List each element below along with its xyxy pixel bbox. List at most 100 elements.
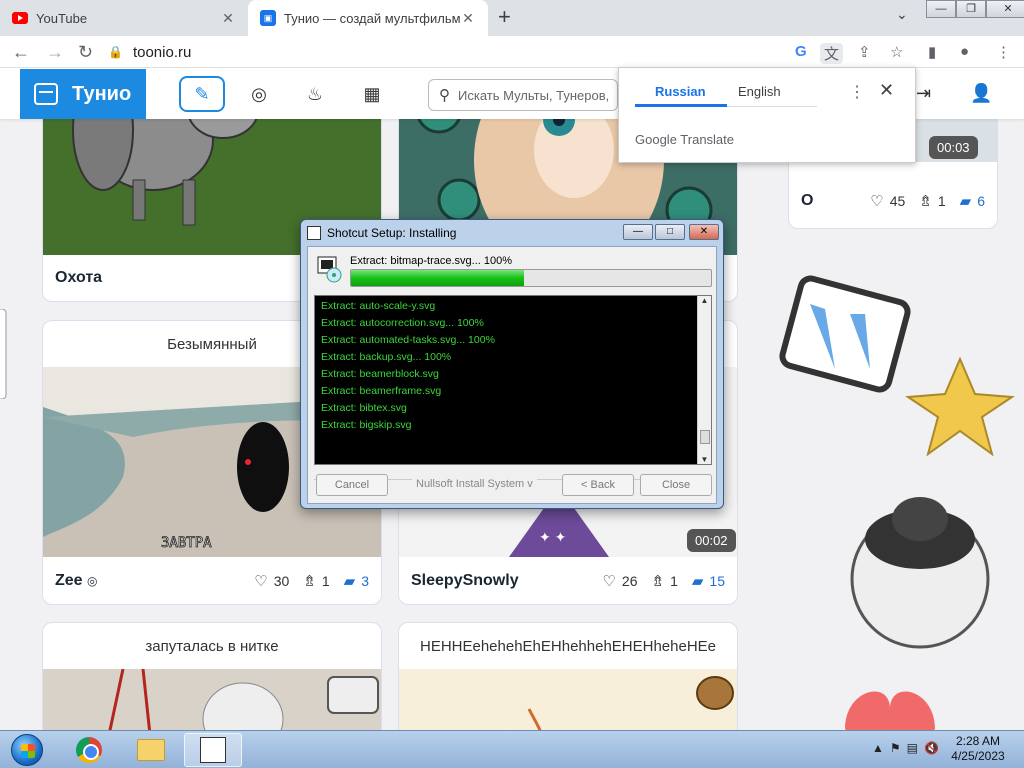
card-title[interactable]: запуталась в нитке (43, 623, 381, 669)
cartoon-thumbnail[interactable] (399, 669, 737, 730)
tab-strip: YouTube ✕ ▣ Тунио — создай мультфильм он… (0, 0, 1024, 36)
logo-text: Тунио (72, 82, 132, 105)
google-icon[interactable]: G (795, 43, 807, 60)
tab-toonio[interactable]: ▣ Тунио — создай мультфильм он ✕ (248, 0, 488, 36)
volume-muted-icon[interactable]: 🔇 (924, 741, 939, 755)
scroll-up-icon[interactable]: ▲ (698, 296, 711, 305)
reposts-count: 1 (670, 573, 678, 589)
comments-count: 3 (361, 573, 369, 589)
taskbar-chrome[interactable] (60, 733, 118, 767)
duration-badge: 00:03 (929, 136, 978, 159)
dialog-body: Extract: bitmap-trace.svg... 100% Extrac… (307, 246, 717, 504)
likes-stat[interactable]: ♡ 45 (870, 192, 905, 210)
cartoon-card[interactable]: HEHHEehehehEhEHhehhehEHEHheheHEe (398, 622, 738, 730)
log-line: Extract: auto-scale-y.svg (321, 300, 436, 312)
windows-orb-icon (11, 734, 43, 766)
comment-icon: ▰ (691, 573, 704, 590)
comments-stat[interactable]: ▰ 15 (692, 572, 725, 590)
likes-stat[interactable]: ♡ 30 (254, 572, 289, 590)
thread-drawing (108, 668, 379, 730)
maximize-icon[interactable]: □ (655, 224, 685, 240)
progress-fill (351, 270, 524, 286)
back-icon[interactable]: ← (12, 42, 30, 63)
site-search-input[interactable]: ⚲ Искать Мульты, Тунеров, (428, 79, 618, 111)
close-window-icon[interactable]: ✕ (986, 0, 1024, 18)
verified-badge-icon: ◎ (87, 574, 98, 588)
maximize-icon[interactable]: ❐ (956, 0, 986, 18)
background-doodles (779, 275, 1015, 730)
reposts-stat[interactable]: ⇯ 1 (652, 572, 678, 590)
forward-icon[interactable]: → (46, 42, 64, 63)
action-center-icon[interactable]: ⚑ (890, 741, 901, 755)
repost-icon: ⇯ (303, 573, 316, 590)
profile-icon[interactable]: ● (960, 43, 969, 60)
comments-stat[interactable]: ▰ 3 (344, 572, 369, 590)
card-title[interactable]: HEHHEehehehEhEHhehhehEHEHheheHEe (399, 623, 737, 669)
cartoon-card[interactable]: запуталась в нитке (42, 622, 382, 730)
reposts-count: 1 (321, 573, 330, 589)
cancel-button[interactable]: Cancel (316, 474, 388, 496)
log-line: Extract: bigskip.svg (321, 419, 412, 431)
close-tab-icon[interactable]: ✕ (460, 10, 476, 27)
bookmark-star-icon[interactable]: ☆ (890, 43, 903, 61)
card-footer: Zee ◎ ♡ 30 ⇯ 1 ▰ 3 (43, 558, 381, 604)
close-tab-icon[interactable]: ✕ (220, 10, 236, 27)
scroll-down-icon[interactable]: ▼ (698, 455, 711, 464)
comments-stat[interactable]: ▰ 6 (960, 192, 985, 210)
translate-icon[interactable]: 文 (820, 43, 844, 64)
tab-youtube[interactable]: YouTube ✕ (0, 0, 248, 36)
card-author[interactable]: Охота (55, 269, 320, 287)
lock-icon[interactable]: 🔒 (108, 45, 123, 59)
new-tab-icon[interactable]: + (498, 4, 511, 30)
register-icon[interactable]: 👤 (970, 83, 992, 104)
site-logo[interactable]: Тунио (20, 69, 146, 119)
translate-options-icon[interactable]: ⋮ (849, 82, 865, 102)
chrome-icon (76, 737, 102, 763)
taskbar-clock[interactable]: 2:28 AM 4/25/2023 (938, 734, 1018, 764)
toonio-icon: ▣ (260, 10, 276, 26)
thumbnail-caption: ЗАВТРА (161, 535, 212, 551)
minimize-icon[interactable]: — (623, 224, 653, 240)
card-author[interactable]: SleepySnowly (411, 572, 588, 590)
translate-popup: Russian English ⋮ ✕ Google Translate (618, 67, 916, 163)
installer-dialog: Shotcut Setup: Installing — □ ✕ Extract:… (300, 219, 724, 509)
kebab-menu-icon[interactable]: ⋮ (996, 43, 1011, 61)
address-bar[interactable]: 🔒 toonio.ru (108, 39, 878, 65)
cartoon-thumbnail[interactable] (43, 668, 381, 730)
clock-time: 2:28 AM (955, 734, 1001, 748)
network-icon[interactable]: ▤ (907, 741, 918, 755)
scroll-thumb[interactable] (700, 430, 710, 444)
calendar-icon[interactable]: ▦ (349, 76, 395, 112)
card-author[interactable]: O (801, 192, 856, 210)
compass-icon[interactable]: ◎ (236, 76, 282, 112)
log-scrollbar[interactable]: ▲ ▼ (697, 296, 711, 464)
url-text: toonio.ru (132, 43, 192, 61)
likes-stat[interactable]: ♡ 26 (602, 572, 637, 590)
back-button[interactable]: < Back (562, 474, 634, 496)
close-button[interactable]: Close (640, 474, 712, 496)
log-line: Extract: autocorrection.svg... 100% (321, 317, 484, 329)
reposts-stat[interactable]: ⇯ 1 (303, 572, 329, 590)
login-icon[interactable]: ⇥ (916, 83, 931, 104)
reload-icon[interactable]: ↻ (78, 42, 93, 63)
log-line: Extract: bibtex.svg (321, 402, 407, 414)
tab-search-icon[interactable]: ⌄ (896, 6, 908, 23)
close-icon[interactable]: ✕ (879, 80, 894, 101)
heart-icon: ♡ (602, 573, 616, 590)
taskbar-installer[interactable] (184, 733, 242, 767)
lang-english-tab[interactable]: English (738, 84, 781, 99)
flame-icon[interactable]: ♨ (292, 76, 338, 112)
lang-russian-tab[interactable]: Russian (655, 84, 706, 99)
reposts-stat[interactable]: ⇯ 1 (919, 192, 945, 210)
start-button[interactable] (2, 732, 52, 768)
side-panel-icon[interactable]: ▮ (928, 43, 936, 61)
show-hidden-icons-icon[interactable]: ▲ (872, 741, 884, 755)
taskbar-explorer[interactable] (122, 733, 180, 767)
share-icon[interactable]: ⇪ (858, 43, 871, 61)
close-window-icon[interactable]: ✕ (689, 224, 719, 240)
install-log[interactable]: Extract: auto-scale-y.svg Extract: autoco… (314, 295, 712, 465)
card-author[interactable]: Zee ◎ (55, 572, 240, 590)
brush-icon[interactable]: ✎ (179, 76, 225, 112)
minimize-icon[interactable]: — (926, 0, 956, 18)
window-controls: — ❐ ✕ (926, 0, 1024, 18)
